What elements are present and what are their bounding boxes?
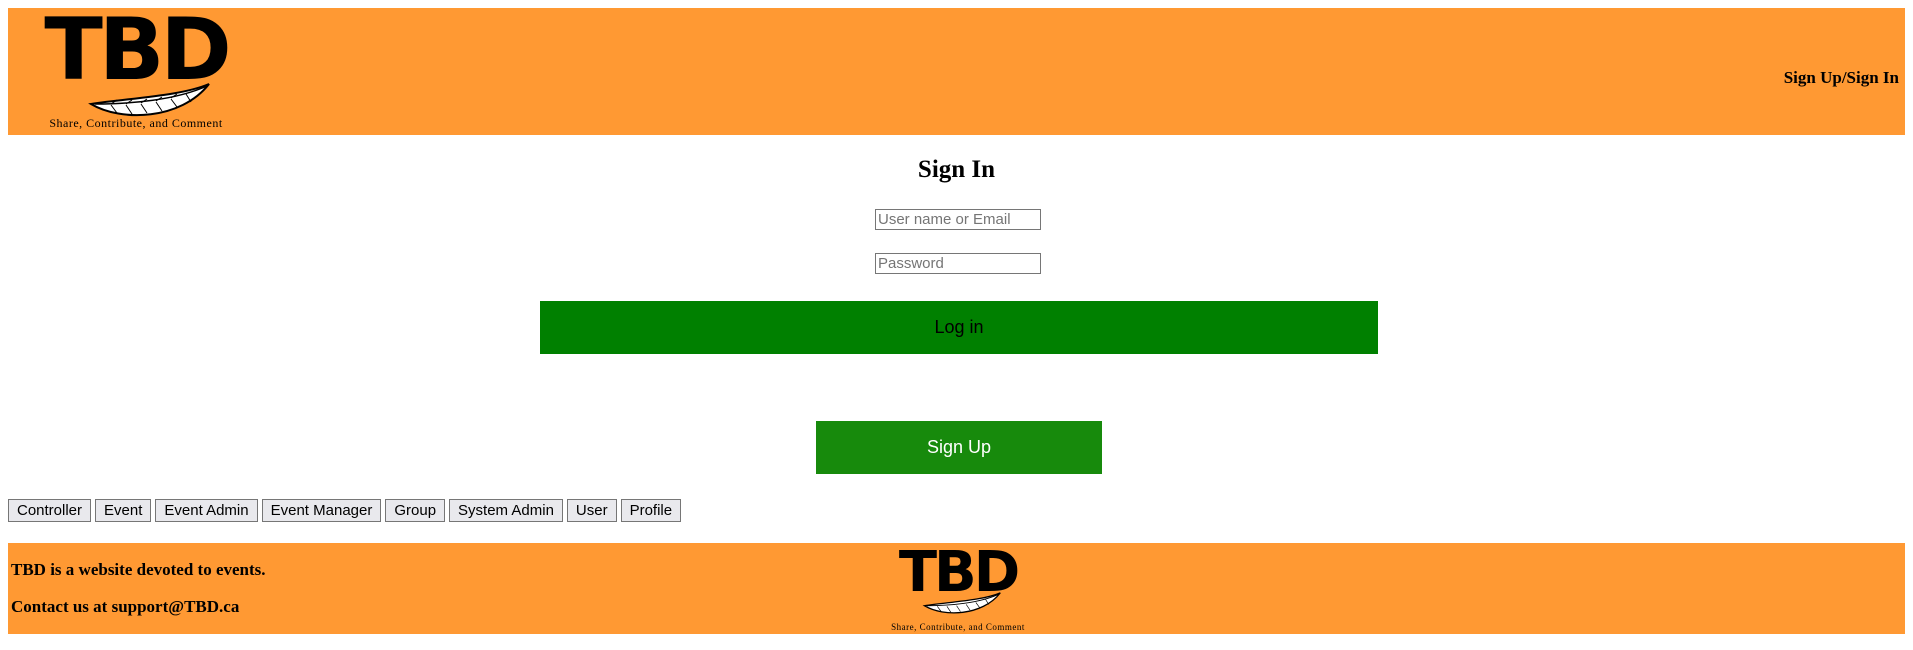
site-header: TBD Share, Contribute, and Comment Sign … (8, 7, 1905, 135)
tab-controller[interactable]: Controller (8, 499, 92, 522)
site-footer: TBD is a website devoted to events. Cont… (8, 543, 1905, 634)
password-field[interactable] (875, 253, 1041, 274)
site-logo[interactable]: TBD Share, Contribute, and Comment (26, 7, 246, 133)
page-title: Sign In (917, 156, 996, 183)
tab-user[interactable]: User (566, 499, 617, 522)
tab-event[interactable]: Event (95, 499, 152, 522)
feather-icon (922, 592, 1001, 614)
signup-signin-link[interactable]: Sign Up/Sign In (1784, 68, 1899, 88)
logo-tagline: Share, Contribute, and Comment (49, 116, 223, 130)
footer-logo: TBD Share, Contribute, and Comment (878, 543, 1038, 633)
username-email-field[interactable] (875, 209, 1041, 230)
tab-group[interactable]: Group (385, 499, 446, 522)
tab-event-manager[interactable]: Event Manager (261, 499, 382, 522)
footer-about-text: TBD is a website devoted to events. (11, 560, 266, 579)
tab-event-admin[interactable]: Event Admin (155, 499, 258, 522)
signup-button[interactable]: Sign Up (816, 421, 1102, 474)
footer-contact-text: Contact us at support@TBD.ca (11, 597, 240, 616)
tab-profile[interactable]: Profile (620, 499, 682, 522)
footer-logo-tagline: Share, Contribute, and Comment (891, 622, 1025, 632)
tab-system-admin[interactable]: System Admin (449, 499, 563, 522)
role-tabs: Controller Event Event Admin Event Manag… (8, 499, 682, 522)
login-button[interactable]: Log in (540, 301, 1378, 354)
